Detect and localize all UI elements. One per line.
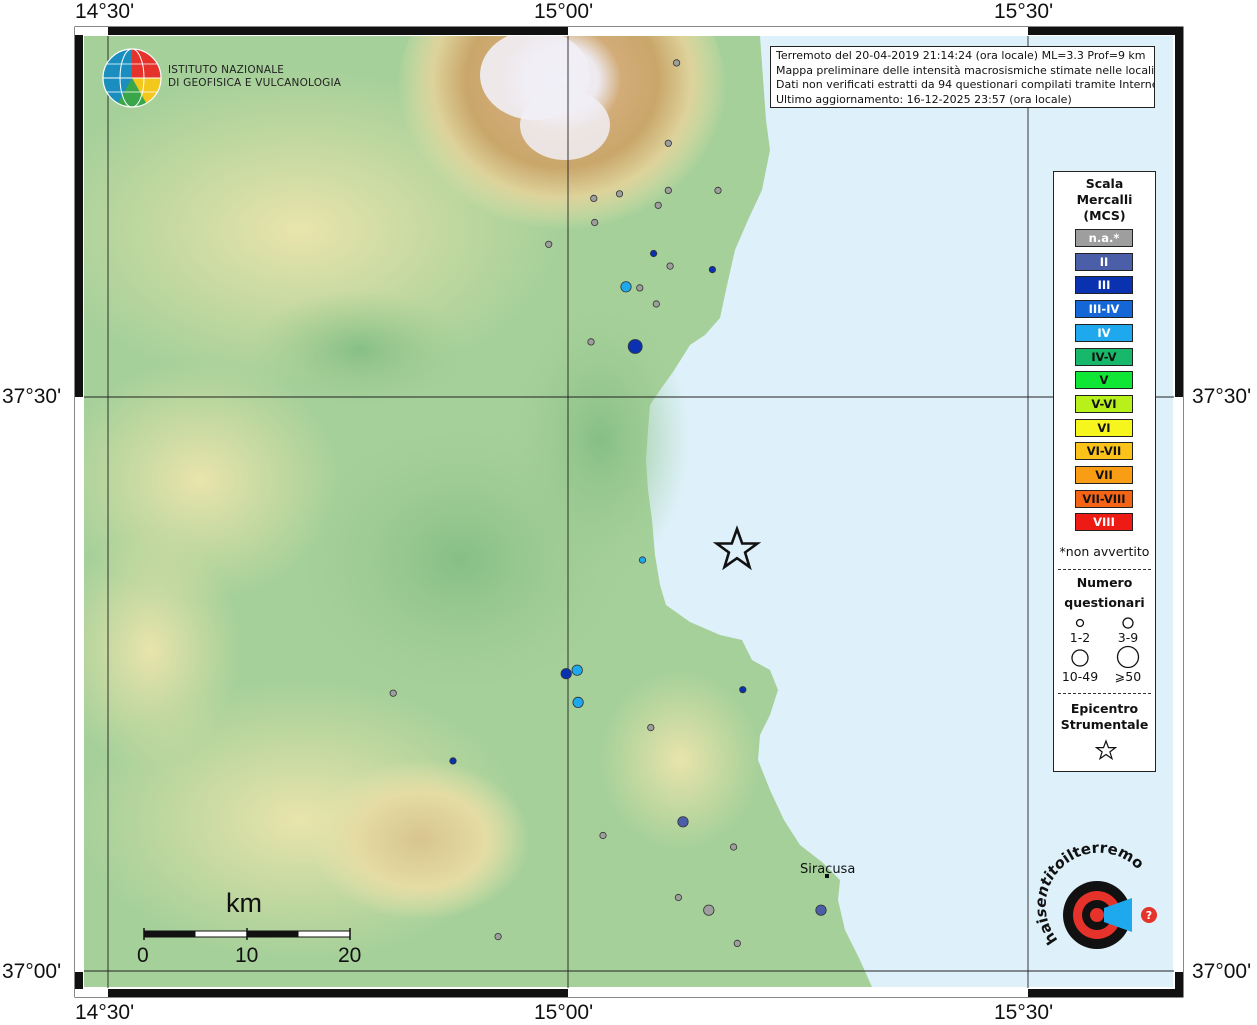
scale-tick-20: 20 <box>338 944 362 967</box>
legend-title-line-2: Mercalli <box>1076 192 1133 207</box>
legend-swatch: V <box>1075 371 1133 390</box>
count-label-1: 1-2 <box>1069 630 1091 645</box>
info-line-2: Mappa preliminare delle intensità macros… <box>776 63 1155 77</box>
scale-tick-0: 0 <box>137 944 149 967</box>
count-label-4: ⩾50 <box>1114 669 1142 684</box>
city-label: Siracusa <box>800 862 856 877</box>
intensity-point <box>666 262 674 270</box>
top-tick-2: 15°00' <box>534 0 594 23</box>
intensity-point <box>545 240 553 248</box>
intensity-point <box>627 339 643 354</box>
intensity-point <box>672 59 681 67</box>
legend-swatch: VIII <box>1075 513 1133 532</box>
legend-swatch: V-VI <box>1075 394 1133 413</box>
intensity-point <box>703 904 715 916</box>
legend-swatch: VII-VIII <box>1075 489 1133 508</box>
intensity-point <box>652 300 660 308</box>
svg-text:?: ? <box>1146 909 1152 922</box>
intensity-point <box>615 190 624 198</box>
intensity-point <box>636 284 644 292</box>
legend-title: Scala Mercalli (MCS) <box>1054 176 1155 224</box>
count-label-3: 10-49 <box>1061 669 1099 684</box>
intensity-point <box>494 932 502 941</box>
info-line-4: Ultimo aggiornamento: 16-12-2025 23:57 (… <box>776 92 1072 106</box>
institute-name: ISTITUTO NAZIONALE DI GEOFISICA E VULCAN… <box>168 64 341 90</box>
intensity-point <box>647 723 655 732</box>
legend-separator-2 <box>1058 693 1151 694</box>
legend-swatch: IV-V <box>1075 347 1133 366</box>
terrain <box>84 36 1173 987</box>
intensity-point <box>638 556 647 564</box>
legend-swatch: n.a.* <box>1075 229 1133 247</box>
intensity-point <box>571 664 583 676</box>
institute-line-2: DI GEOFISICA E VULCANOLOGIA <box>168 77 342 89</box>
legend-swatch: II <box>1075 252 1133 271</box>
intensity-point <box>620 281 632 293</box>
intensity-point <box>649 249 658 258</box>
bottom-tick-3: 15°30' <box>994 1001 1054 1024</box>
ingv-logo <box>102 48 162 108</box>
intensity-point <box>733 939 741 948</box>
intensity-point <box>599 831 607 840</box>
legend-swatch: VI-VII <box>1075 442 1133 461</box>
top-tick-1: 14°30' <box>75 0 135 23</box>
intensity-point <box>654 201 662 209</box>
intensity-point <box>560 668 572 680</box>
intensity-point <box>389 689 397 697</box>
legend-swatch: III-IV <box>1075 300 1133 319</box>
legend-note: *non avvertito <box>1059 544 1150 559</box>
event-info-box: Terremoto del 20-04-2019 21:14:24 (ora l… <box>770 46 1155 108</box>
intensity-point <box>664 186 672 194</box>
right-tick-1: 37°30' <box>1192 385 1252 408</box>
left-tick-1: 37°30' <box>2 385 62 408</box>
left-tick-2: 37°00' <box>2 960 62 983</box>
legend-star-icon <box>1095 739 1117 761</box>
legend-swatch: VII <box>1075 466 1133 484</box>
intensity-point <box>729 843 738 851</box>
info-line-1: Terremoto del 20-04-2019 21:14:24 (ora l… <box>776 49 1146 62</box>
bottom-tick-2: 15°00' <box>534 1001 594 1024</box>
scale-tick-10: 10 <box>235 944 259 967</box>
intensity-point <box>572 696 584 709</box>
intensity-point <box>714 186 722 194</box>
legend-swatch: III <box>1075 276 1133 295</box>
intensity-point <box>815 904 827 916</box>
institute-line-1: ISTITUTO NAZIONALE <box>168 64 285 76</box>
info-line-3: Dati non verificati estratti da 94 quest… <box>776 78 1155 91</box>
bottom-tick-1: 14°30' <box>75 1001 135 1024</box>
intensity-point <box>677 816 689 828</box>
count-title-2: questionari <box>1064 595 1145 610</box>
intensity-point <box>587 338 595 346</box>
legend-title-line-3: (MCS) <box>1083 208 1126 223</box>
count-title-1: Numero <box>1076 575 1133 590</box>
epi-title-2: Strumentale <box>1060 717 1149 732</box>
intensity-point <box>590 194 598 202</box>
intensity-point <box>664 139 672 147</box>
intensity-point <box>449 757 457 765</box>
right-tick-2: 37°00' <box>1192 960 1252 983</box>
legend-swatch: IV <box>1075 323 1133 342</box>
legend-title-line-1: Scala <box>1085 176 1124 191</box>
legend-separator <box>1058 569 1151 570</box>
count-label-2: 3-9 <box>1117 630 1139 645</box>
scale-unit: km <box>226 888 262 918</box>
intensity-point <box>674 893 683 902</box>
intensity-point <box>708 265 717 274</box>
legend: Scala Mercalli (MCS) n.a.* II III III-IV IV I… <box>1053 171 1156 772</box>
top-tick-3: 15°30' <box>994 0 1054 23</box>
epi-title-1: Epicentro <box>1070 701 1139 716</box>
legend-swatch: VI <box>1075 418 1133 437</box>
intensity-point <box>739 686 747 694</box>
intensity-point <box>591 218 599 227</box>
